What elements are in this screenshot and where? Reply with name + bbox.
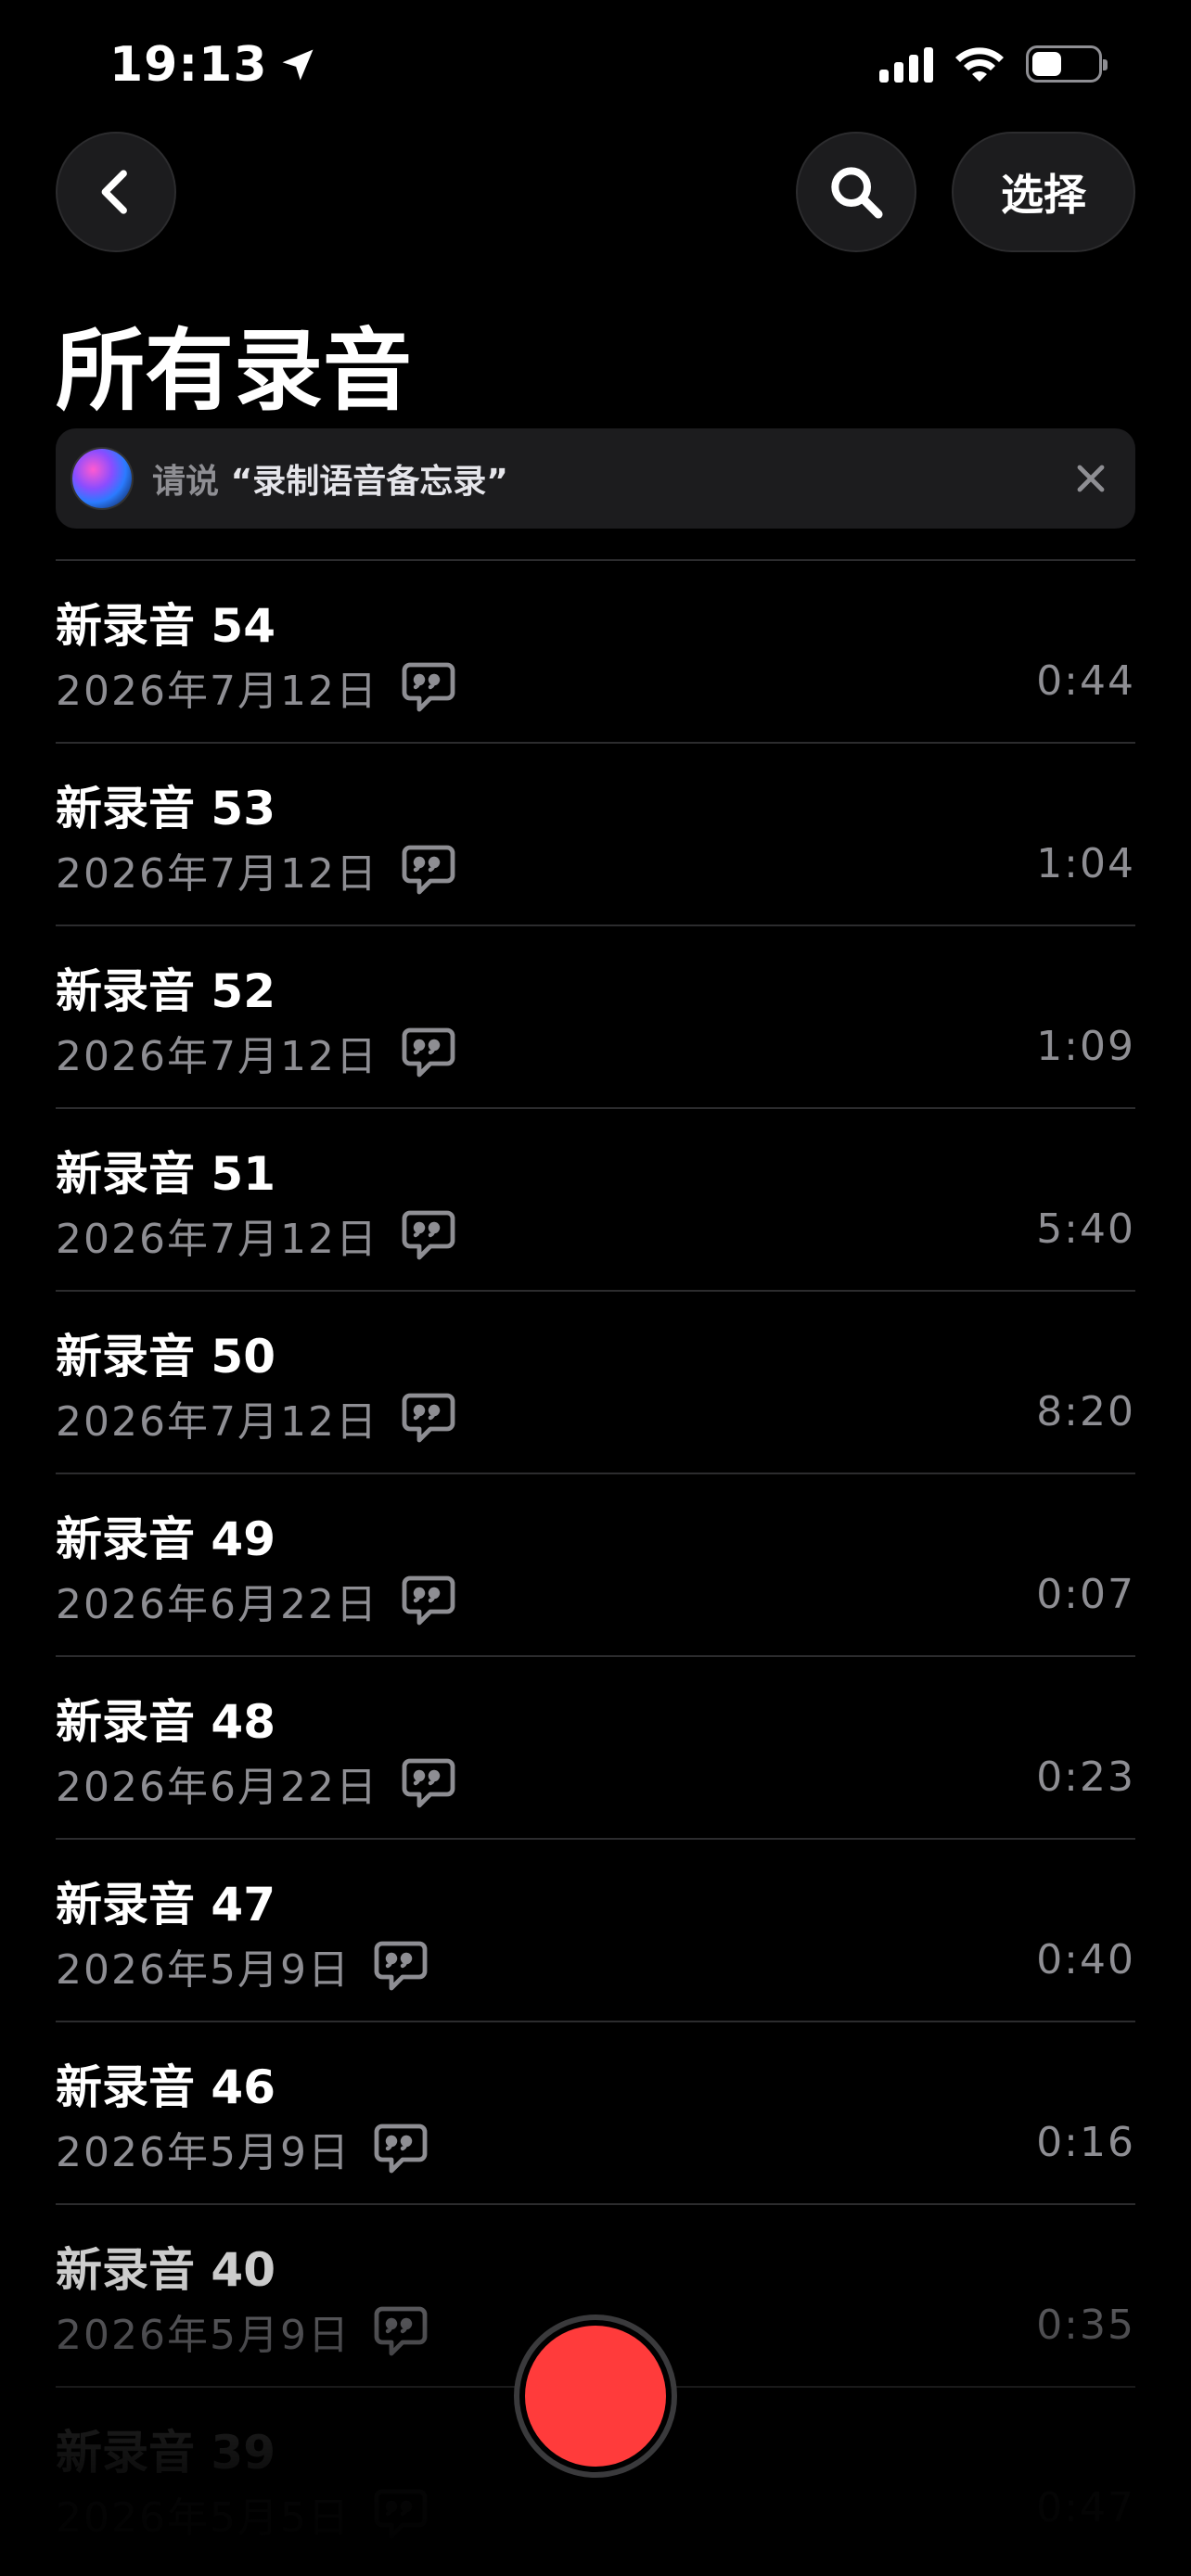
transcript-icon bbox=[401, 844, 456, 896]
transcript-icon bbox=[373, 2123, 429, 2174]
recording-duration: 8:20 bbox=[1036, 1388, 1135, 1435]
recording-title: 新录音 50 bbox=[56, 1330, 275, 1384]
recording-duration: 1:09 bbox=[1036, 1023, 1135, 1070]
recording-title: 新录音 46 bbox=[56, 2060, 275, 2114]
transcript-icon bbox=[401, 661, 456, 713]
recording-duration: 5:40 bbox=[1036, 1205, 1135, 1253]
transcript-icon bbox=[401, 1027, 456, 1078]
recording-meta: 2026年6月22日 bbox=[56, 1571, 456, 1630]
search-icon bbox=[831, 167, 883, 219]
recording-title: 新录音 48 bbox=[56, 1695, 275, 1749]
cellular-signal-icon bbox=[879, 45, 933, 83]
search-button[interactable] bbox=[796, 132, 916, 252]
recording-row[interactable]: 新录音 53 2026年7月12日 1:04 bbox=[56, 742, 1135, 925]
battery-level bbox=[1032, 52, 1061, 76]
recording-title: 新录音 54 bbox=[56, 599, 275, 653]
recording-duration: 0:44 bbox=[1036, 657, 1135, 705]
recording-duration: 1:04 bbox=[1036, 840, 1135, 887]
wifi-icon bbox=[955, 47, 1004, 82]
recording-row[interactable]: 新录音 54 2026年7月12日 0:44 bbox=[56, 559, 1135, 742]
recording-title: 新录音 47 bbox=[56, 1878, 275, 1932]
recording-date: 2026年6月22日 bbox=[56, 1581, 378, 1628]
recording-meta: 2026年7月12日 bbox=[56, 1205, 456, 1265]
recording-row[interactable]: 新录音 46 2026年5月9日 0:16 bbox=[56, 2021, 1135, 2203]
close-icon bbox=[1077, 465, 1105, 492]
transcript-icon bbox=[401, 1392, 456, 1444]
recording-meta: 2026年5月5日 bbox=[56, 2484, 429, 2544]
siri-suggestion-text: 请说 “录制语音备忘录” bbox=[152, 454, 508, 503]
chevron-left-icon bbox=[101, 170, 127, 214]
status-time: 19:13 bbox=[109, 37, 318, 93]
clock: 19:13 bbox=[109, 37, 268, 93]
page-title: 所有录音 bbox=[56, 319, 412, 423]
recording-duration: 0:23 bbox=[1036, 1753, 1135, 1801]
recording-date: 2026年7月12日 bbox=[56, 1398, 378, 1446]
status-icons bbox=[879, 45, 1108, 83]
recording-date: 2026年5月9日 bbox=[56, 2312, 351, 2359]
recording-duration: 0:16 bbox=[1036, 2119, 1135, 2166]
location-arrow-icon bbox=[282, 49, 314, 81]
recording-title: 新录音 51 bbox=[56, 1147, 275, 1201]
siri-phrase: “录制语音备忘录” bbox=[230, 463, 508, 501]
recording-row[interactable]: 新录音 47 2026年5月9日 0:40 bbox=[56, 1838, 1135, 2021]
close-banner-button[interactable] bbox=[1065, 453, 1117, 504]
recording-title: 新录音 52 bbox=[56, 964, 275, 1018]
recording-row[interactable]: 新录音 49 2026年6月22日 0:07 bbox=[56, 1473, 1135, 1655]
transcript-icon bbox=[401, 1209, 456, 1261]
recording-row[interactable]: 新录音 51 2026年7月12日 5:40 bbox=[56, 1107, 1135, 1290]
recording-row[interactable]: 新录音 52 2026年7月12日 1:09 bbox=[56, 925, 1135, 1107]
transcript-icon bbox=[401, 1575, 456, 1626]
transcript-icon bbox=[373, 2305, 429, 2357]
recording-row[interactable]: 新录音 50 2026年7月12日 8:20 bbox=[56, 1290, 1135, 1473]
recording-meta: 2026年5月9日 bbox=[56, 2119, 429, 2178]
siri-suggestion-banner[interactable]: 请说 “录制语音备忘录” bbox=[56, 428, 1135, 529]
recording-date: 2026年5月5日 bbox=[56, 2494, 351, 2542]
recording-meta: 2026年5月9日 bbox=[56, 2302, 429, 2361]
recording-meta: 2026年6月22日 bbox=[56, 1753, 456, 1813]
recording-meta: 2026年7月12日 bbox=[56, 1023, 456, 1082]
recording-title: 新录音 39 bbox=[56, 2426, 275, 2480]
siri-icon bbox=[72, 449, 132, 508]
recording-meta: 2026年7月12日 bbox=[56, 1388, 456, 1447]
recording-date: 2026年6月22日 bbox=[56, 1764, 378, 1811]
recording-title: 新录音 40 bbox=[56, 2243, 275, 2297]
recording-title: 新录音 49 bbox=[56, 1512, 275, 1566]
transcript-icon bbox=[373, 1940, 429, 1992]
recording-duration: 0:40 bbox=[1036, 1936, 1135, 1983]
recording-date: 2026年7月12日 bbox=[56, 1033, 378, 1080]
recordings-list: 新录音 54 2026年7月12日 0:44 新录音 53 2026年7月12日 1:04… bbox=[56, 559, 1135, 2569]
back-button[interactable] bbox=[56, 132, 176, 252]
transcript-icon bbox=[373, 2488, 429, 2540]
recording-duration: 0:35 bbox=[1036, 2302, 1135, 2349]
recording-meta: 2026年5月9日 bbox=[56, 1936, 429, 1996]
record-button[interactable] bbox=[514, 2315, 677, 2478]
recording-date: 2026年7月12日 bbox=[56, 850, 378, 898]
recording-meta: 2026年7月12日 bbox=[56, 657, 456, 717]
status-bar: 19:13 bbox=[0, 0, 1191, 139]
recording-date: 2026年5月9日 bbox=[56, 2129, 351, 2176]
recording-title: 新录音 53 bbox=[56, 782, 275, 835]
recording-duration: 0:07 bbox=[1036, 1571, 1135, 1618]
recording-date: 2026年5月9日 bbox=[56, 1946, 351, 1994]
recording-meta: 2026年7月12日 bbox=[56, 840, 456, 899]
recording-row[interactable]: 新录音 48 2026年6月22日 0:23 bbox=[56, 1655, 1135, 1838]
recording-duration: 0:47 bbox=[1036, 2484, 1135, 2531]
battery-icon bbox=[1026, 45, 1108, 83]
siri-prefix: 请说 bbox=[152, 463, 220, 501]
transcript-icon bbox=[401, 1757, 456, 1809]
record-dot-icon bbox=[525, 2326, 666, 2467]
recording-date: 2026年7月12日 bbox=[56, 1216, 378, 1263]
recording-date: 2026年7月12日 bbox=[56, 668, 378, 715]
select-button[interactable]: 选择 bbox=[952, 132, 1135, 252]
